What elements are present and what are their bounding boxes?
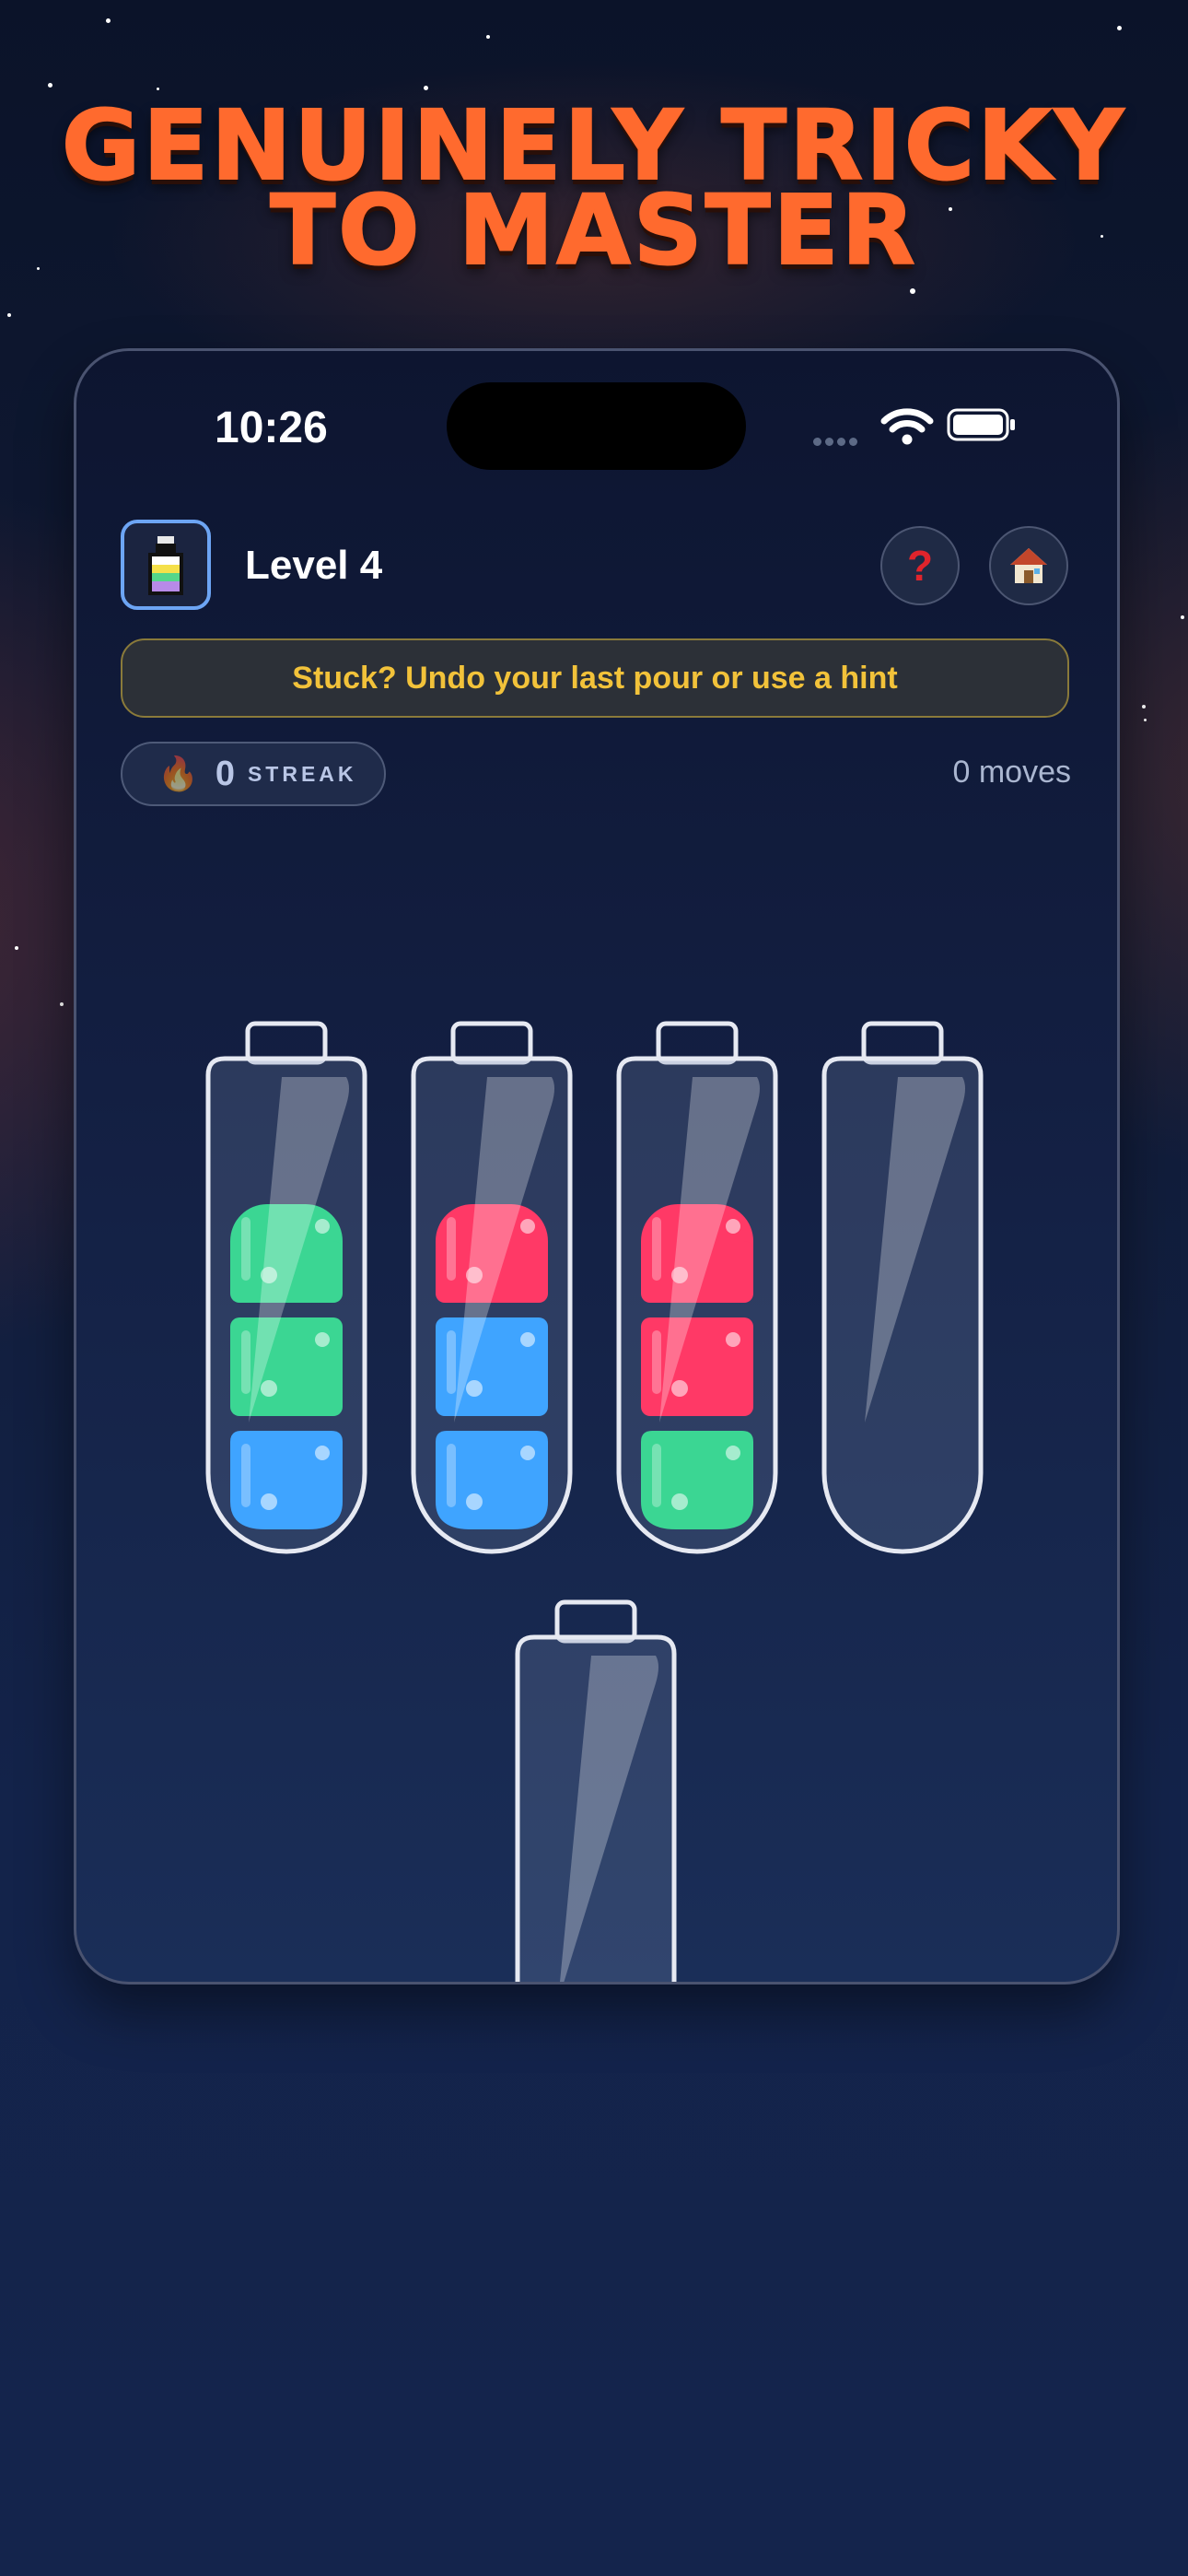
tube-4[interactable]: [821, 1021, 984, 1554]
liquid-segment-blue: [436, 1431, 548, 1529]
star: [106, 18, 111, 23]
star: [1142, 705, 1146, 708]
tube-5[interactable]: [515, 1599, 677, 1982]
tubes-board: [205, 1021, 984, 1982]
tube-3[interactable]: [616, 1021, 778, 1554]
liquid-segment-green: [641, 1431, 753, 1529]
star: [1181, 615, 1184, 619]
liquid-segment-blue: [436, 1317, 548, 1416]
star: [486, 35, 490, 39]
liquid-segment-red: [641, 1317, 753, 1416]
star: [60, 1002, 64, 1006]
star: [1117, 26, 1122, 30]
star: [1144, 719, 1147, 721]
star: [910, 288, 915, 294]
phone-screen: 10:26 Level 4 ? Stuck? Undo your last po…: [74, 348, 1120, 1985]
star: [7, 313, 11, 317]
star: [15, 946, 18, 950]
liquid-segment-green: [230, 1317, 343, 1416]
tube-1[interactable]: [205, 1021, 367, 1554]
tube-2[interactable]: [411, 1021, 573, 1554]
star: [48, 83, 52, 88]
promo-headline: GENUINELY TRICKY TO MASTER: [0, 97, 1188, 279]
liquid-segment-blue: [230, 1431, 343, 1529]
